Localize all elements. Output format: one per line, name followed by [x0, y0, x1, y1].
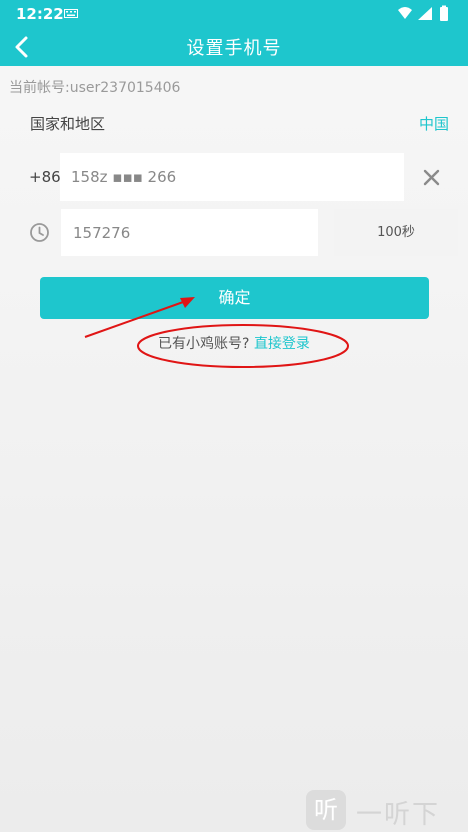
status-time: 12:22 [16, 5, 64, 23]
verify-code-input[interactable] [61, 209, 318, 256]
direct-login-link[interactable]: 直接登录 [254, 336, 310, 352]
region-value[interactable]: 中国 [419, 113, 449, 134]
status-indicators [398, 5, 448, 21]
current-account: 当前帐号:user237015406 [9, 80, 181, 96]
clock-icon [30, 223, 49, 242]
have-account-text: 已有小鸡账号? [158, 336, 250, 352]
login-prompt: 已有小鸡账号? 直接登录 [0, 333, 468, 353]
wifi-icon [398, 7, 412, 19]
page-title: 设置手机号 [186, 38, 282, 59]
region-row[interactable]: 国家和地区 中国 [0, 100, 468, 144]
confirm-button[interactable]: 确定 [40, 277, 429, 319]
country-code[interactable]: +86 [29, 168, 61, 186]
watermark-logo: 听 [306, 790, 346, 830]
watermark: 听 一听下载 [306, 788, 466, 832]
clear-icon[interactable] [423, 169, 440, 186]
region-label: 国家和地区 [30, 115, 106, 133]
battery-icon [440, 7, 448, 21]
countdown-button[interactable]: 100秒 [334, 209, 458, 256]
status-bar: 12:22 [0, 0, 468, 28]
watermark-text: 一听下载 [356, 800, 441, 830]
keyboard-icon [64, 9, 78, 18]
phone-input[interactable] [60, 153, 404, 201]
verify-code-row: 100秒 [0, 209, 468, 256]
signal-icon [418, 7, 432, 20]
phone-row: +86 [0, 153, 468, 201]
app-bar: 设置手机号 [0, 28, 468, 66]
